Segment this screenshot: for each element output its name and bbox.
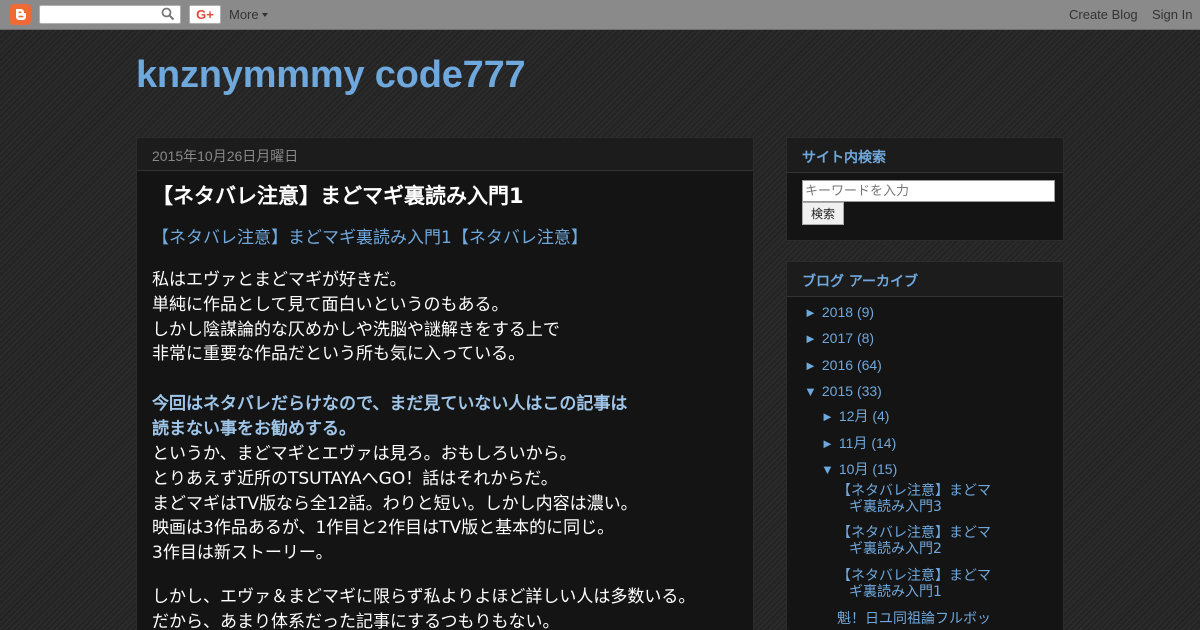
expand-arrow-icon[interactable]: ► <box>821 436 835 451</box>
blogger-logo-icon[interactable] <box>10 4 31 25</box>
create-blog-link[interactable]: Create Blog <box>1069 7 1138 22</box>
more-menu[interactable]: More <box>229 7 268 22</box>
post-date: 2015年10月26日月曜日 <box>152 148 299 164</box>
widget-title: ブログ アーカイブ <box>802 274 919 290</box>
collapse-arrow-icon[interactable]: ▼ <box>804 384 818 399</box>
archive-year-label[interactable]: 2018 <box>822 304 853 320</box>
text-line: 単純に作品として見て面白いというのもある。 <box>152 294 509 315</box>
post-link-line[interactable]: 【ネタバレ注意】まどマ <box>837 525 991 541</box>
caret-down-icon <box>261 13 268 17</box>
archive-month-10[interactable]: ▼ 10月 (15) <box>821 459 897 479</box>
archive-count: (33) <box>856 383 882 399</box>
archive-post-link[interactable]: 魁！日ユ同祖論フルボッ <box>837 611 997 627</box>
post-link-line[interactable]: 【ネタバレ注意】まどマ <box>837 483 991 499</box>
archive-count: (64) <box>856 357 882 373</box>
archive-post-link[interactable]: 【ネタバレ注意】まどマ ギ裏読み入門2 <box>837 525 997 557</box>
text-line: 非常に重要な作品だという所も気に入っている。 <box>152 344 526 365</box>
archive-count: (4) <box>872 408 890 424</box>
blog-title[interactable]: knznymmmy code777 <box>136 52 526 98</box>
archive-post-link[interactable]: 【ネタバレ注意】まどマ ギ裏読み入門3 <box>837 483 997 515</box>
text-line: とりあえず近所のTSUTAYAへGO！話はそれからだ。 <box>152 468 558 489</box>
text-line: しかし陰謀論的な仄めかしや洗脳や謎解きをする上で <box>152 319 560 340</box>
post-subtitle: 【ネタバレ注意】まどマギ裏読み入門1【ネタバレ注意】 <box>152 228 588 248</box>
archive-year-label[interactable]: 2017 <box>822 330 853 346</box>
sign-in-link[interactable]: Sign In <box>1152 7 1192 22</box>
blogger-navbar: G+ More Create Blog Sign In <box>0 0 1200 30</box>
text-line: 3作目は新ストーリー。 <box>152 543 333 564</box>
post-link-line[interactable]: ギ裏読み入門2 <box>837 541 997 557</box>
expand-arrow-icon[interactable]: ► <box>804 305 818 320</box>
post-link-line[interactable]: ギ裏読み入門1 <box>837 584 997 600</box>
expand-arrow-icon[interactable]: ► <box>821 409 835 424</box>
archive-year-label[interactable]: 2015 <box>822 383 853 399</box>
widget-header: ブログ アーカイブ <box>787 262 1063 297</box>
archive-month-label[interactable]: 12月 <box>839 408 869 424</box>
archive-year-2016[interactable]: ► 2016 (64) <box>804 357 882 373</box>
collapse-arrow-icon[interactable]: ▼ <box>821 462 835 477</box>
main-post-column: 2015年10月26日月曜日 【ネタバレ注意】まどマギ裏読み入門1 【ネタバレ注… <box>136 137 754 630</box>
text-line: 読まない事をお勧めする。 <box>152 418 356 439</box>
text-line: 映画は3作品あるが、1作目と2作目はTV版と基本的に同じ。 <box>152 518 615 539</box>
post-paragraph-3: しかし、エヴァ＆まどマギに限らず私よりよほど詳しい人は多数いる。 だから、あまり… <box>152 585 695 630</box>
text-line: だから、あまり体系だった記事にするつもりもない。 <box>152 611 560 630</box>
post-paragraph-2: というか、まどマギとエヴァは見ろ。おもしろいから。 とりあえず近所のTSUTAY… <box>152 442 638 566</box>
text-line: 私はエヴァとまどマギが好きだ。 <box>152 270 407 290</box>
post-link-line[interactable]: 魁！日ユ同祖論フルボッ <box>837 611 991 627</box>
archive-month-12[interactable]: ► 12月 (4) <box>821 406 889 426</box>
archive-month-label[interactable]: 11月 <box>839 435 868 451</box>
archive-year-2018[interactable]: ► 2018 (9) <box>804 304 874 320</box>
post-link-line[interactable]: ギ裏読み入門3 <box>837 499 997 515</box>
search-button[interactable]: 検索 <box>802 202 844 225</box>
site-search-widget: サイト内検索 検索 <box>786 137 1064 241</box>
archive-year-label[interactable]: 2016 <box>822 357 853 373</box>
text-line: 今回はネタバレだらけなので、まだ見ていない人はこの記事は <box>152 394 628 414</box>
post-paragraph-1: 私はエヴァとまどマギが好きだ。 単純に作品として見て面白いというのもある。 しか… <box>152 268 560 367</box>
archive-count: (9) <box>856 304 875 320</box>
text-line: まどマギはTV版なら全12話。わりと短い。しかし内容は濃い。 <box>152 493 638 514</box>
widget-title: サイト内検索 <box>802 150 886 166</box>
post-link-line[interactable]: 【ネタバレ注意】まどマ <box>837 568 991 584</box>
archive-year-2015[interactable]: ▼ 2015 (33) <box>804 383 882 399</box>
blog-archive-widget: ブログ アーカイブ ► 2018 (9) ► 2017 (8) ► 2016 (… <box>786 261 1064 630</box>
expand-arrow-icon[interactable]: ► <box>804 331 818 346</box>
archive-year-2017[interactable]: ► 2017 (8) <box>804 330 874 346</box>
more-label: More <box>229 7 259 22</box>
archive-month-11[interactable]: ► 11月 (14) <box>821 433 896 453</box>
archive-post-link[interactable]: 【ネタバレ注意】まどマ ギ裏読み入門1 <box>837 568 997 600</box>
archive-count: (15) <box>872 461 898 477</box>
archive-month-label[interactable]: 10月 <box>839 461 869 477</box>
date-header: 2015年10月26日月曜日 <box>137 138 753 171</box>
post-emphasis: 今回はネタバレだらけなので、まだ見ていない人はこの記事は 読まない事をお勧めする… <box>152 392 627 442</box>
archive-count: (14) <box>871 435 897 451</box>
post-title[interactable]: 【ネタバレ注意】まどマギ裏読み入門1 <box>152 183 524 209</box>
google-plus-button[interactable]: G+ <box>189 5 221 24</box>
widget-header: サイト内検索 <box>787 138 1063 173</box>
navbar-search-input[interactable] <box>39 5 181 24</box>
search-icon[interactable] <box>161 7 175 21</box>
text-line: というか、まどマギとエヴァは見ろ。おもしろいから。 <box>152 444 577 464</box>
text-line: しかし、エヴァ＆まどマギに限らず私よりよほど詳しい人は多数いる。 <box>152 587 696 607</box>
site-search-input[interactable] <box>802 180 1055 202</box>
expand-arrow-icon[interactable]: ► <box>804 358 818 373</box>
archive-count: (8) <box>856 330 875 346</box>
